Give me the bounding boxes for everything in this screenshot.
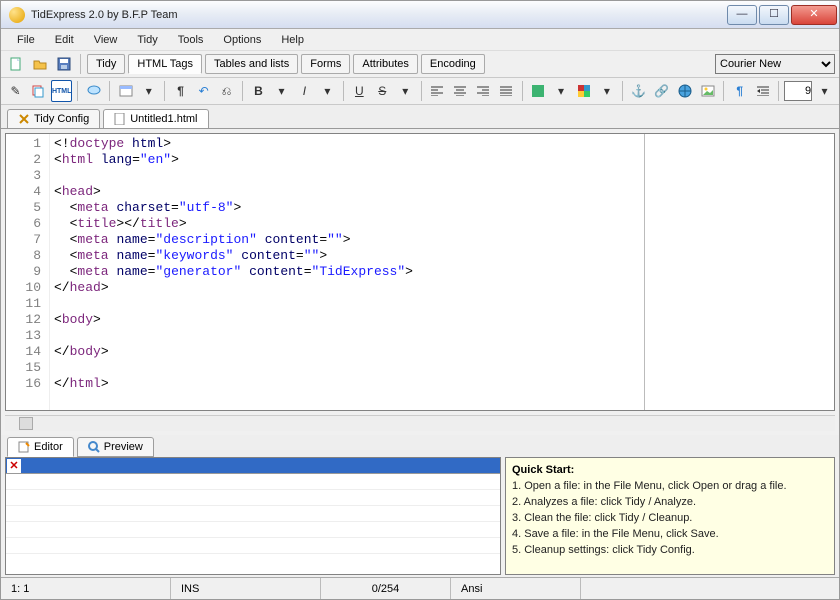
html-icon[interactable]: HTML: [51, 80, 72, 102]
toolbar-tab-tidy[interactable]: Tidy: [87, 54, 125, 74]
bold-drop-icon[interactable]: ▾: [271, 80, 292, 102]
quickstart-item: 4. Save a file: in the File Menu, click …: [512, 526, 828, 542]
save-icon[interactable]: [53, 53, 75, 75]
status-mode: INS: [171, 578, 321, 599]
strike-icon[interactable]: S: [372, 80, 393, 102]
config-icon: [18, 113, 30, 125]
toolbar-tab-attributes[interactable]: Attributes: [353, 54, 417, 74]
menu-tidy[interactable]: Tidy: [127, 32, 167, 48]
document-tabs: Tidy ConfigUntitled1.html: [1, 105, 839, 129]
quickstart-title: Quick Start:: [512, 464, 574, 476]
menubar: FileEditViewTidyToolsOptionsHelp: [1, 29, 839, 51]
preview-icon: [88, 441, 100, 453]
indent-icon[interactable]: [752, 80, 773, 102]
doc-tab[interactable]: Tidy Config: [7, 109, 100, 128]
copy-icon[interactable]: [28, 80, 49, 102]
menu-file[interactable]: File: [7, 32, 45, 48]
redo-icon[interactable]: ⎌: [216, 80, 237, 102]
image-icon[interactable]: [697, 80, 718, 102]
toolbar-tab-encoding[interactable]: Encoding: [421, 54, 485, 74]
titlebar[interactable]: TidExpress 2.0 by B.F.P Team — ☐ ✕: [1, 1, 839, 29]
new-file-icon[interactable]: [5, 53, 27, 75]
window-icon[interactable]: [115, 80, 136, 102]
strike-drop-icon[interactable]: ▾: [395, 80, 416, 102]
undo-icon[interactable]: ↶: [193, 80, 214, 102]
quickstart-item: 3. Clean the file: click Tidy / Cleanup.: [512, 510, 828, 526]
app-window: TidExpress 2.0 by B.F.P Team — ☐ ✕ FileE…: [0, 0, 840, 600]
underline-icon[interactable]: U: [349, 80, 370, 102]
messages-panel: ✕: [5, 457, 501, 575]
quickstart-panel: Quick Start: 1. Open a file: in the File…: [505, 457, 835, 575]
code-editor[interactable]: 12345678910111213141516 <!doctype html><…: [5, 133, 835, 411]
toolbar-tab-html-tags[interactable]: HTML Tags: [128, 54, 202, 74]
view-tab-preview[interactable]: Preview: [77, 437, 154, 457]
align-justify-icon[interactable]: [496, 80, 517, 102]
color-multi-icon[interactable]: [573, 80, 594, 102]
open-file-icon[interactable]: [29, 53, 51, 75]
code-area[interactable]: <!doctype html><html lang="en"><head> <m…: [50, 134, 644, 410]
app-icon: [9, 7, 25, 23]
font-select[interactable]: Courier New: [715, 54, 835, 74]
quickstart-item: 2. Analyzes a file: click Tidy / Analyze…: [512, 494, 828, 510]
menu-tools[interactable]: Tools: [168, 32, 214, 48]
minimize-button[interactable]: —: [727, 5, 757, 25]
pilcrow2-icon[interactable]: ¶: [729, 80, 750, 102]
view-tabs: EditorPreview: [1, 435, 839, 457]
align-right-icon[interactable]: [473, 80, 494, 102]
bold-icon[interactable]: B: [248, 80, 269, 102]
align-left-icon[interactable]: [427, 80, 448, 102]
align-center-icon[interactable]: [450, 80, 471, 102]
editor-icon: [18, 441, 30, 453]
status-position: 1: 1: [1, 578, 171, 599]
status-bar: 1: 1 INS 0/254 Ansi: [1, 577, 839, 599]
anchor-icon[interactable]: ⚓: [628, 80, 649, 102]
toolbar-tab-forms[interactable]: Forms: [301, 54, 350, 74]
italic-drop-icon[interactable]: ▾: [317, 80, 338, 102]
maximize-button[interactable]: ☐: [759, 5, 789, 25]
view-tab-editor[interactable]: Editor: [7, 437, 74, 457]
pilcrow-icon[interactable]: ¶: [170, 80, 191, 102]
color-drop2-icon[interactable]: ▾: [596, 80, 617, 102]
italic-icon[interactable]: I: [294, 80, 315, 102]
menu-edit[interactable]: Edit: [45, 32, 84, 48]
line-gutter: 12345678910111213141516: [6, 134, 50, 410]
quickstart-item: 1. Open a file: in the File Menu, click …: [512, 478, 828, 494]
status-encoding: Ansi: [451, 578, 581, 599]
toolbar-tab-tables-and-lists[interactable]: Tables and lists: [205, 54, 298, 74]
window-title: TidExpress 2.0 by B.F.P Team: [31, 9, 727, 21]
wand-icon[interactable]: ✎: [5, 80, 26, 102]
menu-options[interactable]: Options: [213, 32, 271, 48]
size-drop-icon[interactable]: ▾: [814, 80, 835, 102]
globe-icon[interactable]: [674, 80, 695, 102]
doc-tab[interactable]: Untitled1.html: [103, 109, 208, 128]
status-chars: 0/254: [321, 578, 451, 599]
menu-view[interactable]: View: [84, 32, 128, 48]
comment-icon[interactable]: [83, 80, 104, 102]
link-icon[interactable]: 🔗: [651, 80, 672, 102]
editor-right-pane: [644, 134, 834, 410]
dropdown-icon[interactable]: ▾: [138, 80, 159, 102]
color-drop1-icon[interactable]: ▾: [551, 80, 572, 102]
toolbar-row-2: ✎ HTML ▾ ¶ ↶ ⎌ B ▾ I ▾ U S ▾ ▾ ▾ ⚓ 🔗: [1, 78, 839, 105]
quickstart-item: 5. Cleanup settings: click Tidy Config.: [512, 542, 828, 558]
close-messages-icon[interactable]: ✕: [7, 459, 21, 473]
size-input[interactable]: [784, 81, 812, 101]
horizontal-scrollbar[interactable]: [5, 415, 835, 431]
color-green-icon[interactable]: [528, 80, 549, 102]
document-icon: [114, 113, 126, 125]
close-button[interactable]: ✕: [791, 5, 837, 25]
messages-list[interactable]: [6, 474, 500, 574]
menu-help[interactable]: Help: [271, 32, 314, 48]
toolbar-row-1: TidyHTML TagsTables and listsFormsAttrib…: [1, 51, 839, 78]
